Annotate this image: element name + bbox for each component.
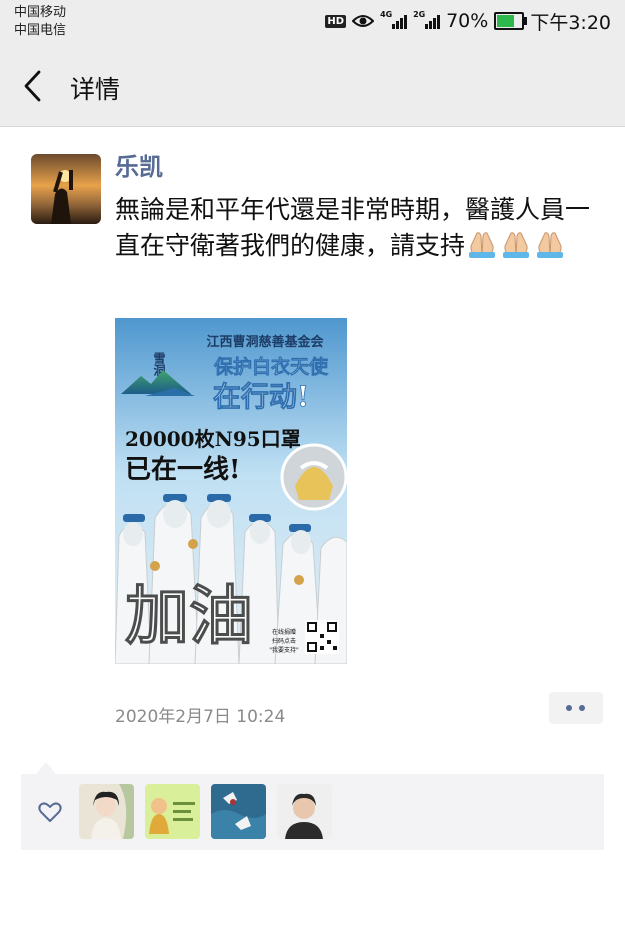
signal-2g-icon: 2G — [413, 10, 441, 29]
post-text: 無論是和平年代還是非常時期，醫護人員一直在守衛著我們的健康，請支持 — [115, 192, 595, 264]
nav-bar: 详情 — [0, 46, 625, 127]
carrier-2: 中国电信 — [14, 23, 67, 38]
poster-calligraphy: 加油 — [125, 579, 253, 654]
heart-icon — [38, 802, 62, 822]
post-timestamp: 2020年2月7日 10:24 — [115, 707, 286, 727]
poster-count-line: 20000枚N95口罩 — [125, 427, 301, 451]
status-icons: HD 4G 2G 70% 下午3:20 — [325, 8, 611, 34]
hd-icon: HD — [325, 14, 347, 28]
poster-count-line-2: 已在一线! — [125, 455, 240, 485]
eye-icon — [352, 15, 375, 27]
post-image[interactable]: 雪洞 江西曹洞慈善基金会 保护白衣天使 在行动! 20000枚N95口罩 已在一… — [115, 318, 347, 664]
liker-avatar[interactable] — [211, 784, 266, 839]
more-actions-button[interactable] — [549, 692, 603, 724]
status-bar: 中国移动 中国电信 HD 4G 2G 70% 下午3:20 — [0, 0, 625, 46]
liker-avatar[interactable] — [145, 784, 200, 839]
likes-panel — [21, 774, 604, 850]
battery-icon — [494, 12, 528, 30]
liker-avatar[interactable] — [277, 784, 332, 839]
poster-org: 江西曹洞慈善基金会 — [206, 334, 324, 350]
author-name[interactable]: 乐凯 — [115, 147, 163, 182]
qr-caption-2: 扫码点击 — [272, 637, 296, 645]
carrier-1: 中国移动 — [14, 5, 67, 20]
author-avatar[interactable] — [31, 154, 101, 224]
qr-caption-3: "我要支持" — [269, 646, 299, 654]
battery-percent: 70% — [446, 10, 489, 32]
poster-headline-2: 在行动! — [213, 380, 309, 413]
liker-avatar[interactable] — [79, 784, 134, 839]
qr-caption-1: 在线捐赠 — [272, 628, 296, 636]
clock: 下午3:20 — [530, 11, 611, 34]
poster-headline-1: 保护白衣天使 — [213, 355, 329, 378]
praying-hands-emoji — [465, 231, 567, 260]
signal-4g-icon: 4G — [380, 10, 408, 29]
back-arrow-icon[interactable] — [20, 68, 60, 104]
likes-pointer — [36, 762, 56, 774]
qr-code — [305, 620, 339, 654]
page-title: 详情 — [70, 75, 121, 104]
